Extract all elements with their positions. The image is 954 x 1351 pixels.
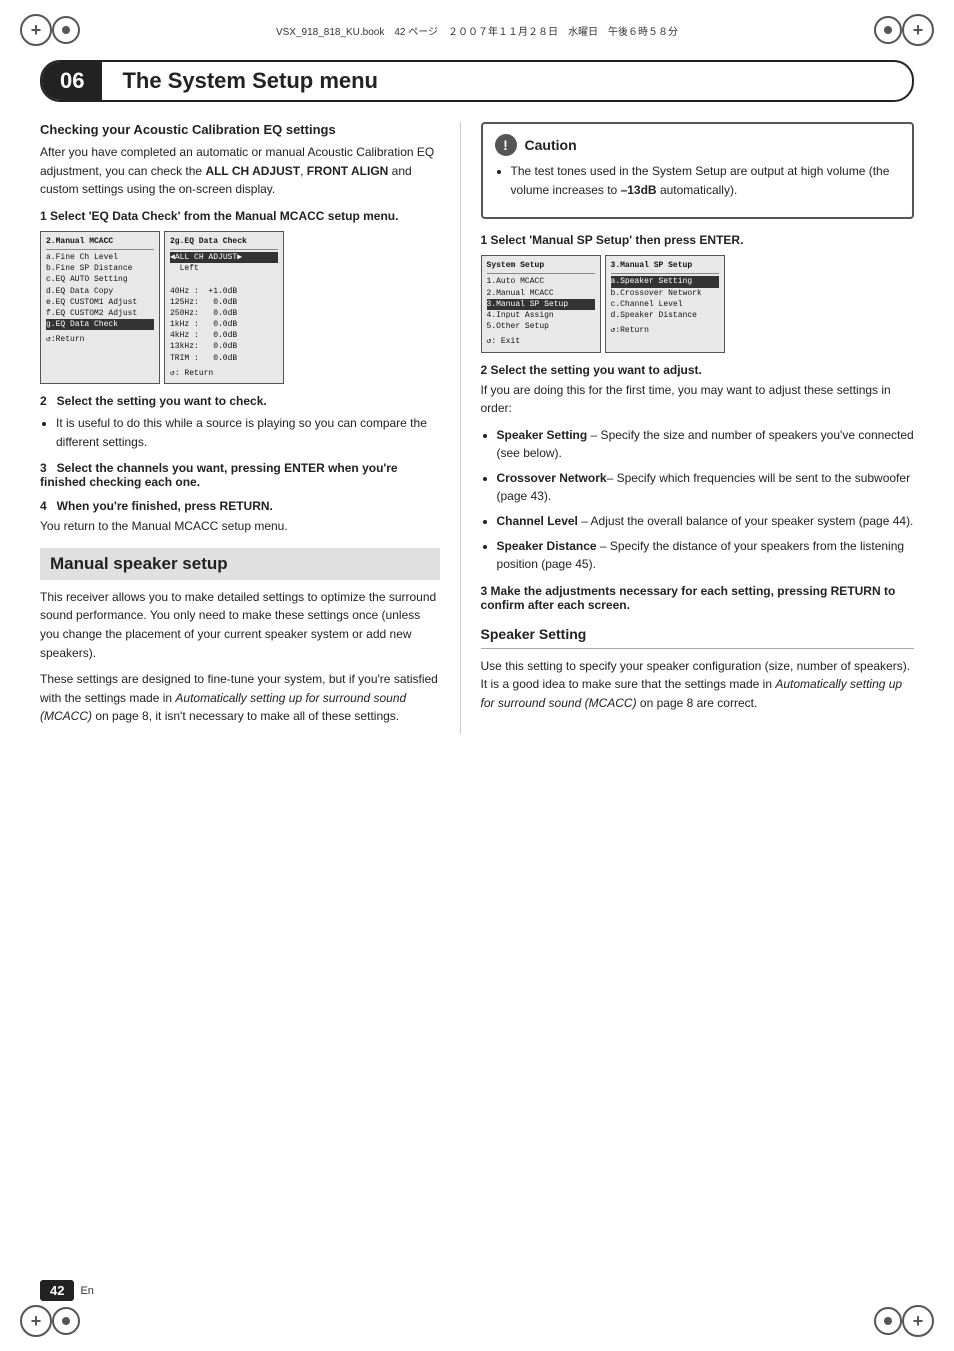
screen-manual-sp: 3.Manual SP Setup a.Speaker Setting b.Cr… <box>605 255 725 352</box>
msp-item-2: c.Channel Level <box>611 299 719 310</box>
screen-mcacc-item-5: f.EQ CUSTOM2 Adjust <box>46 308 154 319</box>
chapter-title: The System Setup menu <box>102 68 398 94</box>
step2-label: 2 Select the setting you want to check. <box>40 394 440 408</box>
caution-box: ! Caution The test tones used in the Sys… <box>481 122 914 219</box>
left-column: Checking your Acoustic Calibration EQ se… <box>40 122 460 734</box>
reg-mark-top-center-right <box>874 16 902 44</box>
chapter-number: 06 <box>42 62 102 100</box>
screen-box-eq-data: 2g.EQ Data Check ◀ALL CH ADJUST▶ Left 40… <box>164 231 284 384</box>
screen-eq-item-4: 125Hz: 0.0dB <box>170 297 278 308</box>
screen-eq-item-0: ◀ALL CH ADJUST▶ <box>170 252 278 263</box>
screen-mcacc-item-2: c.EQ AUTO Setting <box>46 274 154 285</box>
top-bar-text: VSX_918_818_KU.book 42 ページ ２００７年１１月２８日 水… <box>80 23 874 38</box>
right-bullets: Speaker Setting – Specify the size and n… <box>497 426 914 574</box>
reg-mark-bottom-center-left <box>52 1307 80 1335</box>
screen-eq-item-7: 4kHz : 0.0dB <box>170 330 278 341</box>
caution-icon: ! <box>495 134 517 156</box>
divider <box>481 648 914 649</box>
msp-item-3: d.Speaker Distance <box>611 310 719 321</box>
bullet-speaker-setting: Speaker Setting – Specify the size and n… <box>497 426 914 463</box>
screen-mcacc-item-6: g.EQ Data Check <box>46 319 154 330</box>
right-step2-body: If you are doing this for the first time… <box>481 381 914 418</box>
speaker-setting-body: Use this setting to specify your speaker… <box>481 657 914 713</box>
step3-label: 3 Select the channels you want, pressing… <box>40 461 440 489</box>
screen-mcacc-item-4: e.EQ CUSTOM1 Adjust <box>46 297 154 308</box>
caution-title: ! Caution <box>495 134 900 156</box>
manual-speaker-body2: These settings are designed to fine-tune… <box>40 670 440 726</box>
ss-item-0: 1.Auto MCACC <box>487 276 595 287</box>
screen-eq-item-5: 250Hz: 0.0dB <box>170 308 278 319</box>
reg-mark-top-center-left <box>52 16 80 44</box>
screen-eq-item-6: 1kHz : 0.0dB <box>170 319 278 330</box>
reg-marks-top: VSX_918_818_KU.book 42 ページ ２００７年１１月２８日 水… <box>0 0 954 60</box>
msp-item-1: b.Crossover Network <box>611 288 719 299</box>
bullet-speaker-distance: Speaker Distance – Specify the distance … <box>497 537 914 574</box>
chapter-header: 06 The System Setup menu <box>40 60 914 102</box>
screen-mcacc-item-0: a.Fine Ch Level <box>46 252 154 263</box>
step4-body: You return to the Manual MCACC setup men… <box>40 517 440 536</box>
reg-marks-bottom <box>0 1291 954 1351</box>
screen-mcacc-item-3: d.EQ Data Copy <box>46 286 154 297</box>
reg-mark-bottom-left <box>20 1305 52 1337</box>
screen-eq-item-3: 40Hz : +1.0dB <box>170 286 278 297</box>
screen-mockup-sp-setup: System Setup 1.Auto MCACC 2.Manual MCACC… <box>481 255 914 352</box>
step1-label: 1 Select 'EQ Data Check' from the Manual… <box>40 209 440 223</box>
screen-system-setup: System Setup 1.Auto MCACC 2.Manual MCACC… <box>481 255 601 352</box>
screen-mcacc-footer: ↺:Return <box>46 334 154 345</box>
screen-eq-item-9: TRIM : 0.0dB <box>170 353 278 364</box>
ss-item-3: 4.Input Assign <box>487 310 595 321</box>
screen-eq-item-2 <box>170 274 278 285</box>
screen-system-title: System Setup <box>487 260 595 274</box>
ss-item-2: 3.Manual SP Setup <box>487 299 595 310</box>
section1-body1: After you have completed an automatic or… <box>40 143 440 199</box>
screen-mcacc-title: 2.Manual MCACC <box>46 236 154 250</box>
ss-item-4: 5.Other Setup <box>487 321 595 332</box>
manual-speaker-section: Manual speaker setup <box>40 548 440 580</box>
step4-label: 4 When you're finished, press RETURN. <box>40 499 440 513</box>
screen-mcacc-item-1: b.Fine SP Distance <box>46 263 154 274</box>
reg-mark-bottom-right <box>902 1305 934 1337</box>
manual-speaker-body1: This receiver allows you to make detaile… <box>40 588 440 662</box>
bullet-crossover: Crossover Network– Specify which frequen… <box>497 469 914 506</box>
reg-mark-top-left <box>20 14 52 46</box>
screen-eq-item-8: 13kHz: 0.0dB <box>170 341 278 352</box>
reg-mark-top-right <box>902 14 934 46</box>
screen-msp-title: 3.Manual SP Setup <box>611 260 719 274</box>
caution-label: Caution <box>525 137 577 153</box>
step2-bullet-item: It is useful to do this while a source i… <box>56 414 440 451</box>
screen-mockup-eq: 2.Manual MCACC a.Fine Ch Level b.Fine SP… <box>40 231 440 384</box>
right-step3-label: 3 Make the adjustments necessary for eac… <box>481 584 914 612</box>
ss-item-1: 2.Manual MCACC <box>487 288 595 299</box>
speaker-setting-heading: Speaker Setting <box>481 626 914 642</box>
right-step1-label: 1 Select 'Manual SP Setup' then press EN… <box>481 233 914 247</box>
step2-bullets: It is useful to do this while a source i… <box>56 414 440 451</box>
caution-bullet: The test tones used in the System Setup … <box>511 162 900 199</box>
msp-item-0: a.Speaker Setting <box>611 276 719 287</box>
right-column: ! Caution The test tones used in the Sys… <box>460 122 914 734</box>
bullet-channel-level: Channel Level – Adjust the overall balan… <box>497 512 914 531</box>
manual-speaker-title: Manual speaker setup <box>50 554 430 574</box>
screen-eq-footer: ↺: Return <box>170 368 278 379</box>
content-area: Checking your Acoustic Calibration EQ se… <box>40 122 914 734</box>
screen-eq-title: 2g.EQ Data Check <box>170 236 278 250</box>
right-step2-label: 2 Select the setting you want to adjust. <box>481 363 914 377</box>
screen-eq-item-1: Left <box>170 263 278 274</box>
caution-list: The test tones used in the System Setup … <box>511 162 900 199</box>
reg-mark-bottom-center-right <box>874 1307 902 1335</box>
section1-heading: Checking your Acoustic Calibration EQ se… <box>40 122 440 137</box>
ss-footer: ↺: Exit <box>487 336 595 347</box>
msp-footer: ↺:Return <box>611 325 719 336</box>
page: VSX_918_818_KU.book 42 ページ ２００７年１１月２８日 水… <box>0 0 954 1351</box>
screen-box-mcacc: 2.Manual MCACC a.Fine Ch Level b.Fine SP… <box>40 231 160 384</box>
